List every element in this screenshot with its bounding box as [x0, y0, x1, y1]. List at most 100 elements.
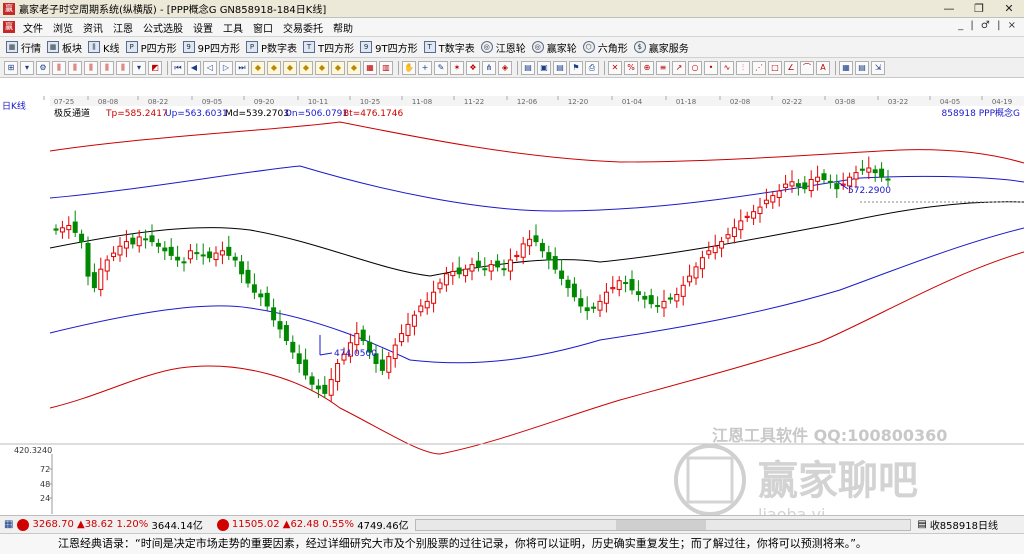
sz-change: ▲62.48	[282, 519, 320, 530]
bar-tool-icon[interactable]: ⫼	[68, 60, 82, 75]
next-bar-icon[interactable]: ▷	[219, 60, 233, 75]
line-tool-icon[interactable]: ⫼	[84, 60, 98, 75]
prev-bar-icon[interactable]: ◁	[203, 60, 217, 75]
lines-tool-icon[interactable]: ≡	[656, 60, 670, 75]
flag-icon[interactable]: ⚑	[569, 60, 583, 75]
toolbar-gann-wheel-button[interactable]: ◎ 江恩轮	[480, 40, 526, 55]
angle-tool-icon[interactable]: ∠	[784, 60, 798, 75]
menu-info[interactable]: 资讯	[78, 20, 108, 35]
diamond-tool-5-icon[interactable]: ◆	[315, 60, 329, 75]
panel-view-icon[interactable]: ▤	[855, 60, 869, 75]
grid-tool-icon[interactable]: ▦	[363, 60, 377, 75]
print-icon[interactable]: ⎙	[585, 60, 599, 75]
wave-tool-icon[interactable]: ∿	[720, 60, 734, 75]
star-icon[interactable]: ✶	[450, 60, 464, 75]
fork-icon[interactable]: ⋔	[482, 60, 496, 75]
dot-tool-icon[interactable]: •	[704, 60, 718, 75]
diamond-tool-4-icon[interactable]: ◆	[299, 60, 313, 75]
mdi-controls[interactable]: _ | ♂ | ×	[958, 20, 1018, 31]
toolbar-t-square-button[interactable]: T T四方形	[303, 40, 354, 55]
doc-icon[interactable]: ▤	[553, 60, 567, 75]
diamond-tool-7-icon[interactable]: ◆	[347, 60, 361, 75]
toolbar-kline-button[interactable]: ⫼ K线	[88, 40, 120, 55]
candle-up	[98, 268, 104, 290]
toolbar-quotes-button[interactable]: ▦ 行情	[6, 40, 41, 55]
pencil-icon[interactable]: ✎	[434, 60, 448, 75]
scrollbar-thumb[interactable]	[615, 519, 706, 530]
toolbar-t-table-button[interactable]: T T数字表	[423, 40, 475, 55]
menu-settings[interactable]: 设置	[188, 20, 218, 35]
candle-up	[853, 172, 859, 180]
menu-gann[interactable]: 江恩	[108, 20, 138, 35]
toolbar-9t-square-button[interactable]: 9 9T四方形	[360, 40, 418, 55]
menu-window[interactable]: 窗口	[248, 20, 278, 35]
candle-up	[770, 195, 776, 203]
hand-icon[interactable]: ✋	[402, 60, 416, 75]
menu-file[interactable]: 文件	[18, 20, 48, 35]
date-tick-label: 04-05	[940, 98, 960, 106]
minimize-button[interactable]: —	[934, 0, 964, 18]
chart-canvas[interactable]: 07-25 08-08 08-22 09-05 09-20 10-11 10-25 11-08…	[0, 78, 1024, 524]
percent-tool-icon[interactable]: %	[624, 60, 638, 75]
toolbar-winner-wheel-button[interactable]: ◎ 赢家轮	[531, 40, 577, 55]
candle-down	[143, 238, 149, 241]
candle-up	[712, 245, 718, 254]
table-view-icon[interactable]: ▦	[839, 60, 853, 75]
fill-tool-icon[interactable]: ⫼	[116, 60, 130, 75]
x-tool-icon[interactable]: ✕	[608, 60, 622, 75]
multi-line-icon[interactable]: ⫶	[736, 60, 750, 75]
arc-tool-icon[interactable]: ⌒	[800, 60, 814, 75]
menu-help[interactable]: 帮助	[328, 20, 358, 35]
menu-trade[interactable]: 交易委托	[278, 20, 328, 35]
calendar-icon[interactable]: ▤	[521, 60, 535, 75]
p-table-icon: P	[246, 41, 258, 53]
diamond-tool-6-icon[interactable]: ◆	[331, 60, 345, 75]
text-tool-icon[interactable]: A	[816, 60, 830, 75]
zoom-dropdown-icon[interactable]: ▾	[132, 60, 146, 75]
save-icon[interactable]: ▣	[537, 60, 551, 75]
maximize-button[interactable]: ❐	[964, 0, 994, 18]
shape-icon[interactable]: ◈	[498, 60, 512, 75]
arrow-tool-icon[interactable]: ↗	[672, 60, 686, 75]
candle-tool-icon[interactable]: ⫼	[52, 60, 66, 75]
ohlc-tool-icon[interactable]: ⫼	[100, 60, 114, 75]
status-grid-icon[interactable]: ▦	[4, 519, 13, 530]
candle-down	[648, 295, 654, 305]
stock-label: 858918 PPP概念G	[942, 107, 1020, 119]
horizontal-scrollbar[interactable]	[414, 518, 912, 531]
diamond-tool-3-icon[interactable]: ◆	[283, 60, 297, 75]
candle-up	[847, 176, 853, 187]
last-bar-icon[interactable]: ⏭	[235, 60, 249, 75]
pattern-icon[interactable]: ❖	[466, 60, 480, 75]
menu-tools[interactable]: 工具	[218, 20, 248, 35]
candle-down	[315, 385, 321, 390]
toolbar-hexagon-button[interactable]: ⬡ 六角形	[582, 40, 628, 55]
kline-chart[interactable]: 07-25 08-08 08-22 09-05 09-20 10-11 10-25 11-08…	[0, 78, 1024, 524]
fan-tool-icon[interactable]: ⋰	[752, 60, 766, 75]
diamond-tool-1-icon[interactable]: ◆	[251, 60, 265, 75]
toolbar-9p-square-button[interactable]: 9 9P四方形	[182, 40, 240, 55]
layout-icon[interactable]: ⊞	[4, 60, 18, 75]
crosshair-icon[interactable]: +	[418, 60, 432, 75]
box-tool-icon[interactable]: □	[768, 60, 782, 75]
circle-tool-icon[interactable]: ○	[688, 60, 702, 75]
export-icon[interactable]: ⇲	[871, 60, 885, 75]
toolbar-sector-button[interactable]: ▦ 板块	[47, 40, 82, 55]
bottom-band-line	[49, 251, 1024, 455]
chart-settings-icon[interactable]: ⚙	[36, 60, 50, 75]
toolbar-p-table-button[interactable]: P P数字表	[246, 40, 297, 55]
prev-page-icon[interactable]: ◀	[187, 60, 201, 75]
dropdown-icon[interactable]: ▾	[20, 60, 34, 75]
toolbar-service-button[interactable]: $ 赢家服务	[633, 40, 689, 55]
menu-browse[interactable]: 浏览	[48, 20, 78, 35]
mark-tool-icon[interactable]: ◩	[148, 60, 162, 75]
diamond-tool-2-icon[interactable]: ◆	[267, 60, 281, 75]
menu-formula[interactable]: 公式选股	[138, 20, 188, 35]
current-security: 收858918日线	[929, 521, 998, 532]
cross-grid-icon[interactable]: ⊕	[640, 60, 654, 75]
candle-down	[130, 237, 136, 245]
close-button[interactable]: ✕	[994, 0, 1024, 18]
first-bar-icon[interactable]: ⏮	[171, 60, 185, 75]
bars-tool-icon[interactable]: ▥	[379, 60, 393, 75]
toolbar-p-square-button[interactable]: P P四方形	[125, 40, 177, 55]
